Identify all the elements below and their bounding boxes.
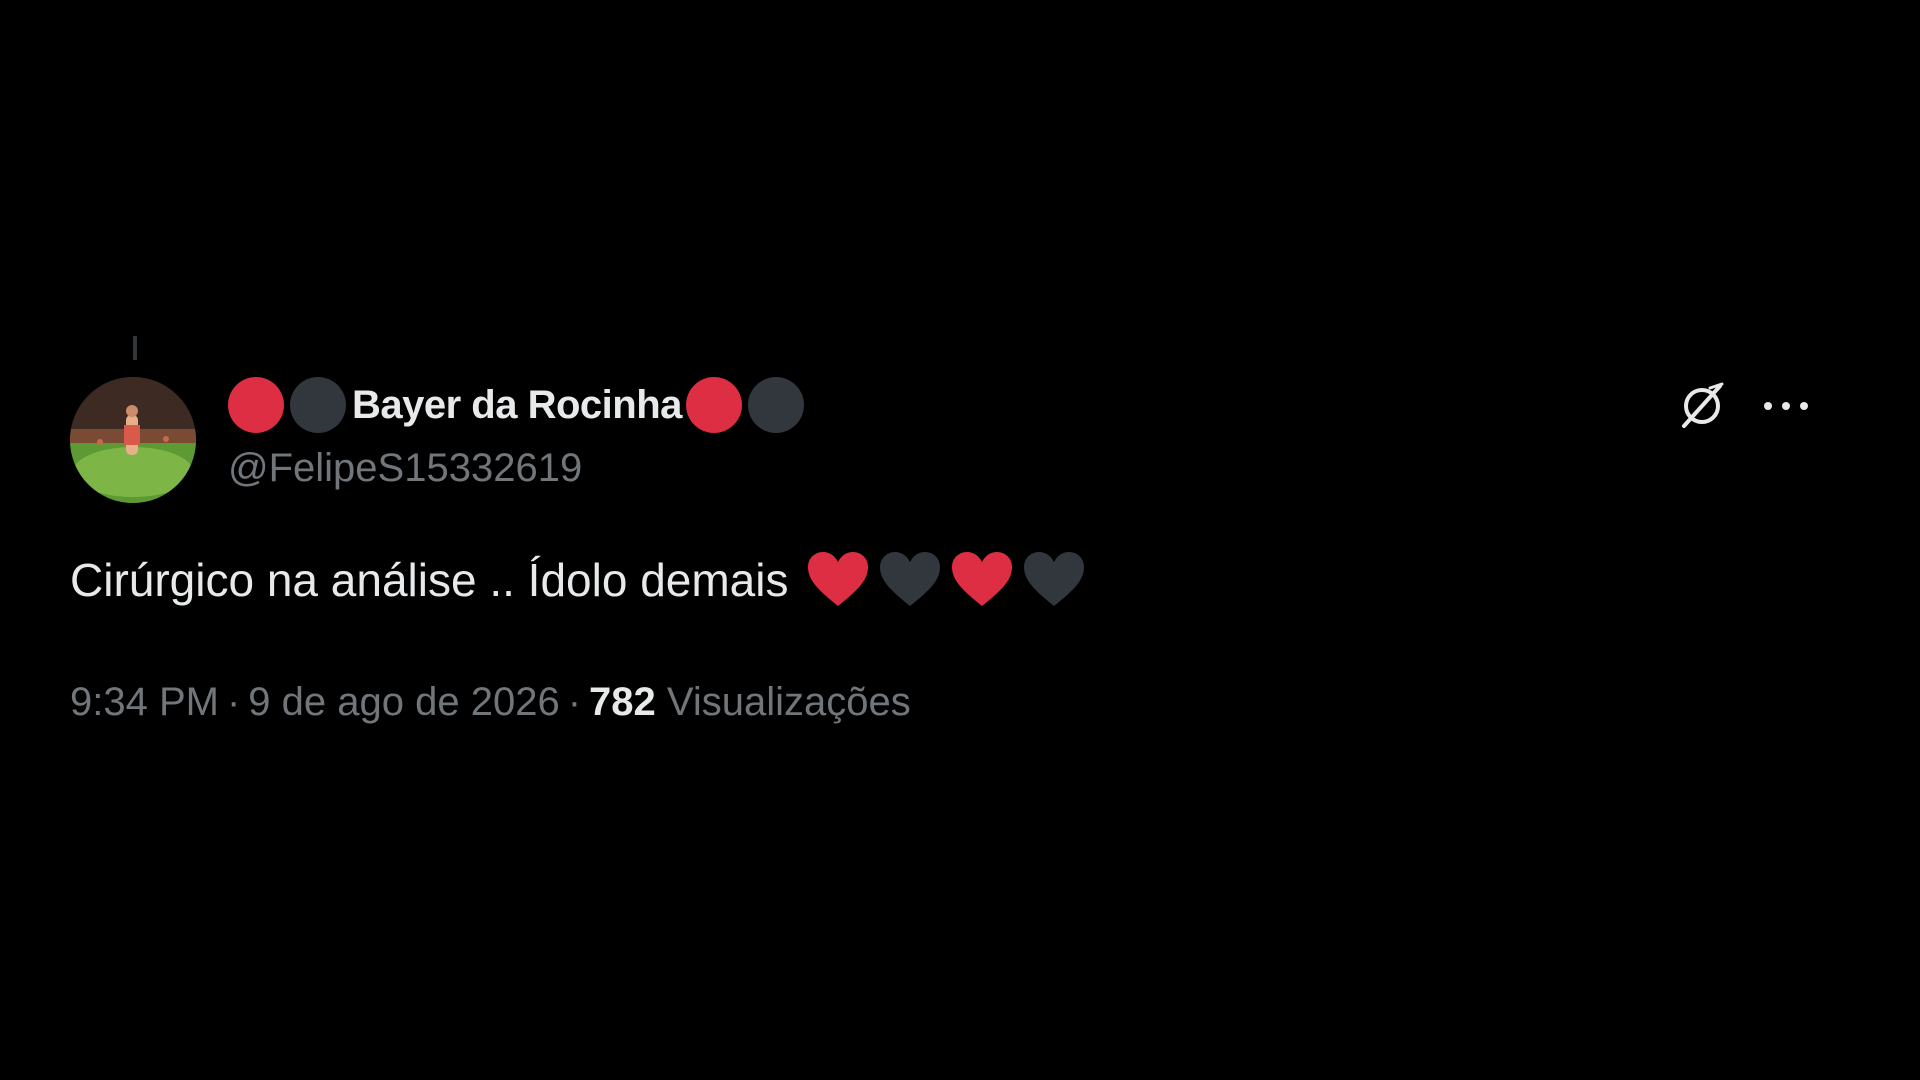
- more-options-icon: [1764, 402, 1808, 410]
- avatar[interactable]: [70, 377, 196, 503]
- views-count[interactable]: 782: [589, 680, 656, 724]
- views-label: Visualizações: [666, 680, 911, 724]
- tweet-meta: 9:34 PM · 9 de ago de 2026 · 782 Visualizaçõ…: [70, 680, 911, 725]
- red-circle-icon: [685, 377, 742, 433]
- black-circle-icon: [747, 377, 804, 433]
- tweet-time[interactable]: 9:34 PM: [70, 680, 219, 724]
- tweet-text-content: Cirúrgico na análise .. Ídolo demais: [70, 554, 789, 606]
- black-heart-icon: [1024, 552, 1085, 606]
- thread-connector-line: [133, 336, 137, 360]
- tweet-screenshot: Bayer da Rocinha @FelipeS15332619 Cirúrg…: [0, 0, 1920, 1080]
- meta-separator: ·: [567, 680, 582, 724]
- red-circle-icon: [228, 377, 284, 433]
- more-options-button[interactable]: [1762, 400, 1810, 412]
- grok-icon: [1682, 382, 1724, 428]
- tweet-actions: [1676, 380, 1810, 432]
- red-heart-icon: [808, 552, 869, 606]
- display-name[interactable]: Bayer da Rocinha: [352, 383, 682, 428]
- user-handle[interactable]: @FelipeS15332619: [228, 446, 582, 491]
- red-heart-icon: [952, 552, 1013, 606]
- avatar-image: [70, 377, 196, 503]
- meta-separator: ·: [226, 680, 241, 724]
- black-circle-icon: [290, 377, 346, 433]
- tweet-header: Bayer da Rocinha: [228, 370, 810, 440]
- tweet-emojis: [806, 550, 1086, 610]
- grok-button[interactable]: [1676, 380, 1728, 432]
- tweet-date[interactable]: 9 de ago de 2026: [248, 680, 559, 724]
- black-heart-icon: [880, 552, 941, 606]
- tweet-text: Cirúrgico na análise .. Ídolo demais: [70, 550, 1086, 610]
